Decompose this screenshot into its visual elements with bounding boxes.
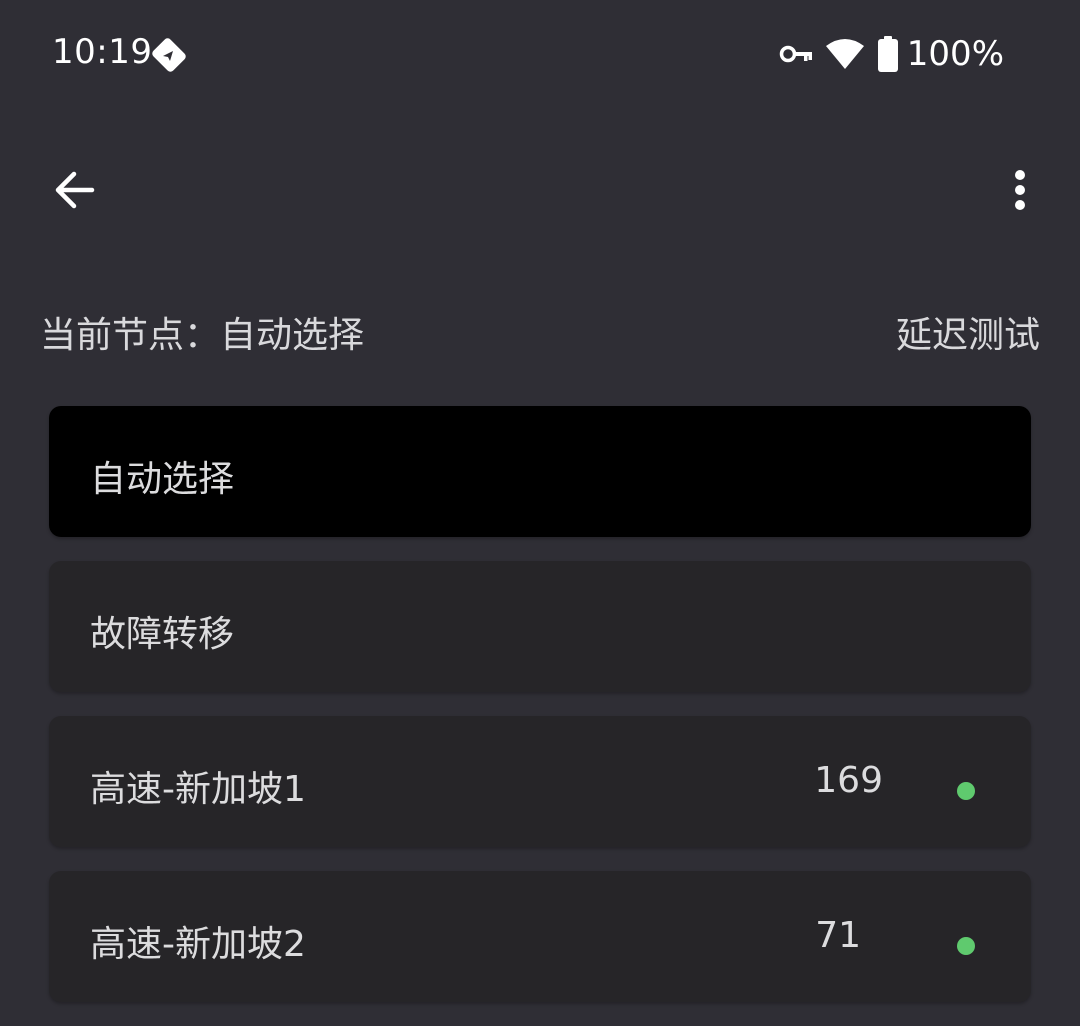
back-button[interactable] bbox=[44, 162, 104, 222]
battery-icon bbox=[877, 36, 899, 72]
current-node-label: 当前节点：自动选择 bbox=[40, 315, 365, 356]
node-name: 高速-新加坡1 bbox=[90, 769, 306, 810]
status-indicators: 100% bbox=[779, 32, 1004, 76]
status-dot-icon bbox=[957, 782, 975, 800]
app-bar bbox=[0, 140, 1080, 250]
tag-send-icon bbox=[148, 34, 190, 76]
more-options-button[interactable] bbox=[990, 162, 1050, 222]
more-vert-icon bbox=[1012, 166, 1028, 218]
wifi-icon bbox=[825, 38, 865, 70]
node-item-auto-select[interactable]: 自动选择 bbox=[49, 406, 1031, 537]
node-name: 高速-新加坡2 bbox=[90, 924, 306, 965]
status-dot-icon bbox=[957, 937, 975, 955]
status-time: 10:19 bbox=[52, 32, 153, 72]
latency-test-button[interactable]: 延迟测试 bbox=[896, 306, 1040, 358]
node-item-singapore-1[interactable]: 高速-新加坡1 169 bbox=[49, 716, 1031, 847]
node-name: 自动选择 bbox=[90, 459, 235, 500]
battery-level: 100% bbox=[906, 34, 1004, 74]
node-delay: 169 bbox=[814, 760, 883, 801]
node-item-failover[interactable]: 故障转移 bbox=[49, 561, 1031, 692]
arrow-left-icon bbox=[50, 166, 98, 218]
node-item-singapore-2[interactable]: 高速-新加坡2 71 bbox=[49, 871, 1031, 1002]
status-bar: 10:19 100% bbox=[0, 0, 1080, 110]
node-delay: 71 bbox=[815, 915, 861, 956]
node-name: 故障转移 bbox=[90, 614, 235, 655]
node-list: 自动选择 故障转移 高速-新加坡1 169 高速-新加坡2 71 bbox=[49, 406, 1031, 1026]
key-icon bbox=[779, 43, 813, 65]
current-node-row: 当前节点：自动选择 延迟测试 bbox=[0, 296, 1080, 366]
